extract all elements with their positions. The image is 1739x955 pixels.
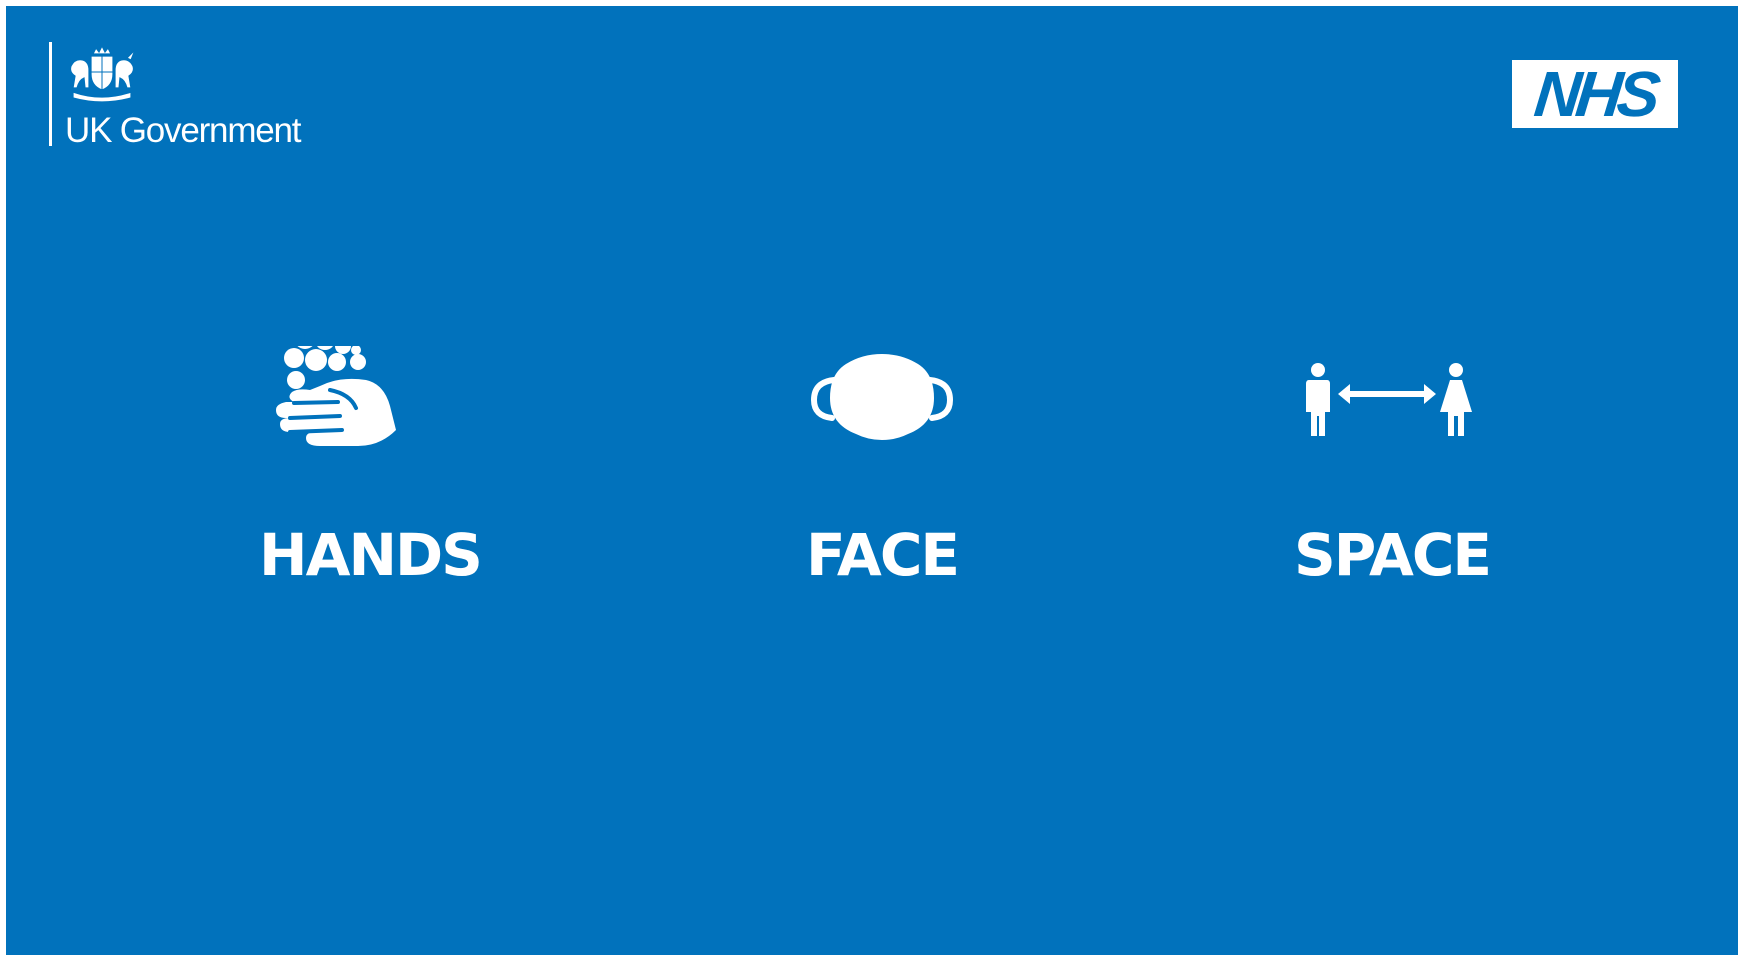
face-mask-icon	[810, 354, 954, 440]
royal-coat-of-arms-icon	[69, 44, 136, 103]
nhs-logo: NHS	[1512, 58, 1678, 130]
campaign-banner: UK Government NHS HANDS FACE SPACE	[6, 6, 1738, 955]
message-space: SPACE	[1192, 346, 1592, 606]
nhs-logo-text: NHS	[1531, 58, 1659, 130]
hands-label: HANDS	[259, 521, 483, 589]
face-label: FACE	[805, 521, 960, 589]
message-hands: HANDS	[170, 346, 570, 606]
hand-washing-icon	[276, 346, 396, 446]
space-label: SPACE	[1293, 521, 1492, 589]
logo-divider	[49, 42, 52, 146]
government-name: UK Government	[65, 111, 302, 150]
uk-government-logo: UK Government	[49, 42, 349, 150]
message-face: FACE	[682, 346, 1082, 606]
social-distance-icon	[1306, 363, 1472, 436]
